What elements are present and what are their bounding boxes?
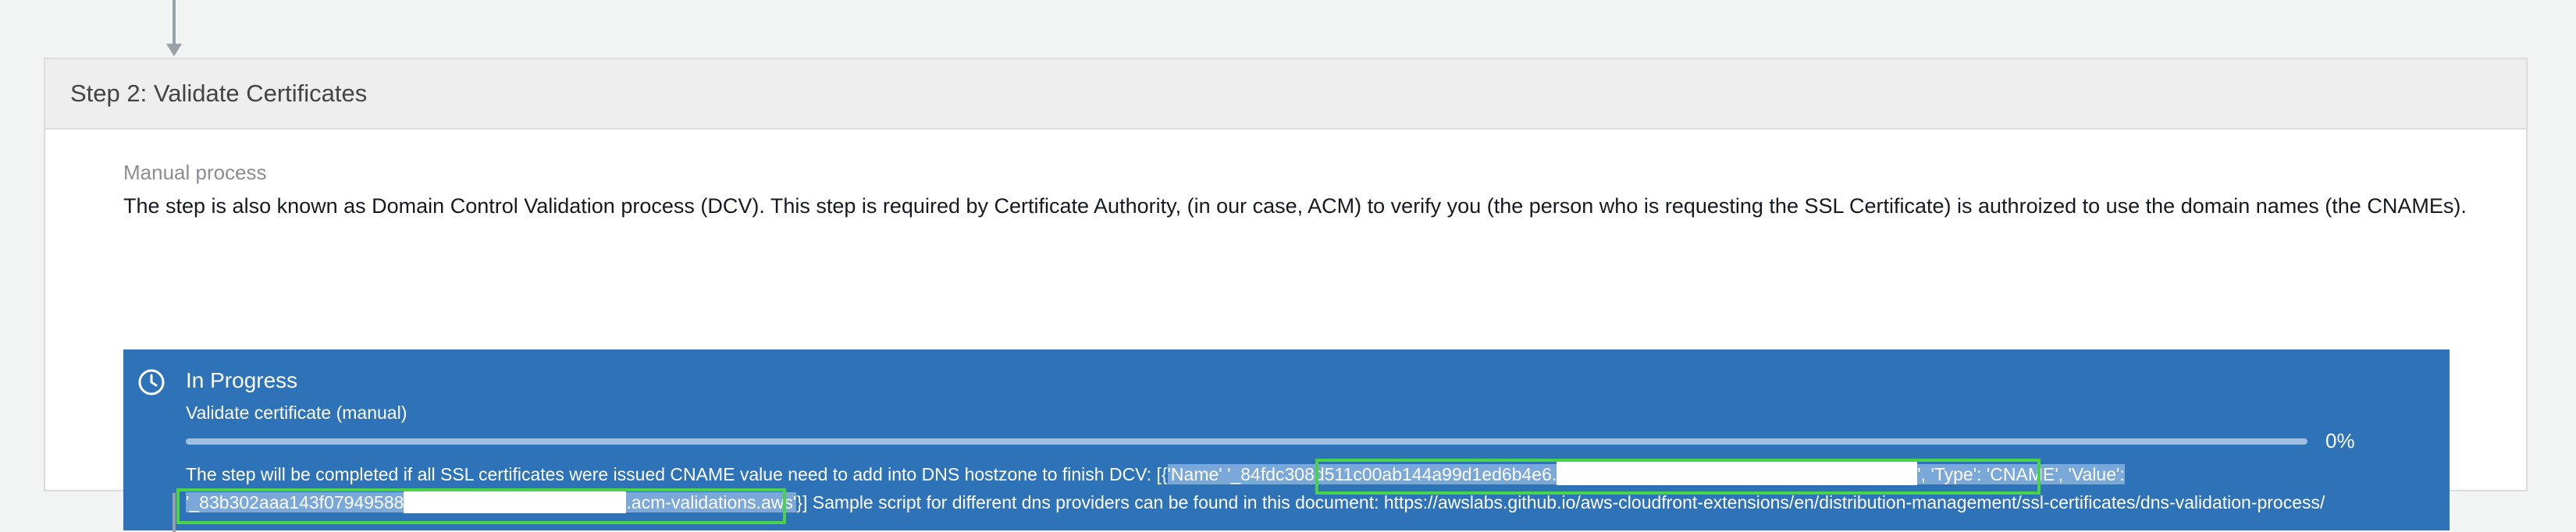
clock-icon: [138, 369, 165, 395]
step-card: Step 2: Validate Certificates Manual pro…: [44, 58, 2528, 530]
flow-arrow-down-icon: [166, 44, 182, 56]
flow-connector-top: [173, 0, 176, 45]
step-description: The step is also known as Domain Control…: [123, 194, 2467, 218]
cname-name-value: '_84fdc308d511c00ab144a99d1ed6b4e6.: [1227, 464, 1557, 484]
status-message: The step will be completed if all SSL ce…: [186, 460, 2434, 516]
step-title: Step 2: Validate Certificates: [70, 80, 368, 107]
cname-type-key: 'Type': 'CNAME', 'Value':: [1930, 464, 2125, 484]
progress-percentage: 0%: [2325, 429, 2355, 452]
redacted-block: [1557, 462, 1918, 485]
message-prefix: The step will be completed if all SSL ce…: [186, 464, 1168, 484]
redacted-block: [404, 490, 627, 513]
flow-connector-bottom: [173, 493, 176, 532]
step-header: Step 2: Validate Certificates: [45, 59, 2526, 129]
progress-bar: [186, 438, 2307, 445]
status-subtitle: Validate certificate (manual): [186, 403, 407, 423]
status-title: In Progress: [186, 368, 298, 392]
cname-value-end: .acm-validations.aws: [626, 492, 793, 512]
cname-name-end: ',: [1917, 464, 1927, 484]
message-suffix: }] Sample script for different dns provi…: [796, 492, 2325, 512]
cname-name-key: 'Name': [1167, 464, 1222, 484]
manual-process-label: Manual process: [123, 161, 267, 184]
cname-value-start: '_83b302aaa143f07949588: [186, 492, 404, 512]
progress-status-banner: In Progress Validate certificate (manual…: [123, 349, 2450, 530]
